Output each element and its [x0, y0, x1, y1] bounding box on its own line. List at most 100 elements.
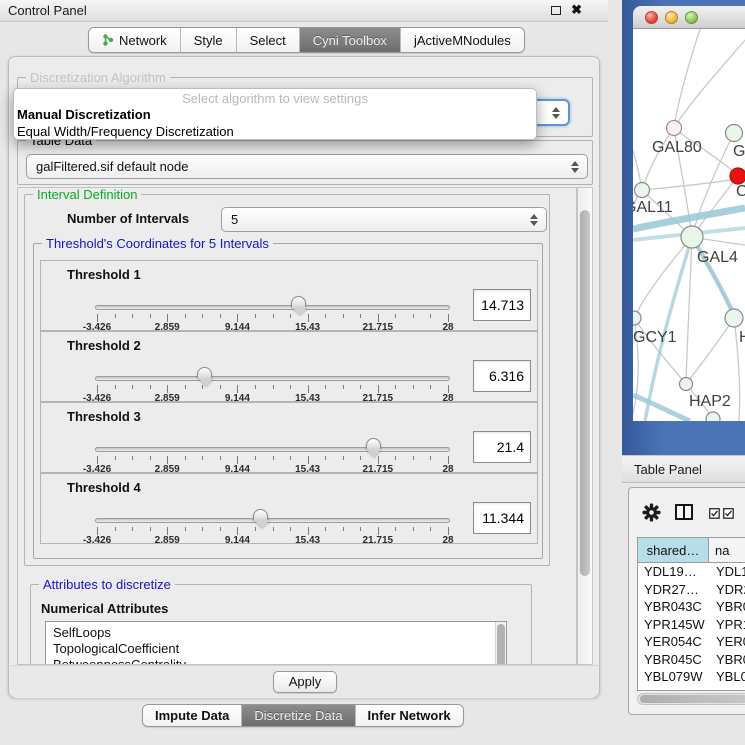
- bottom-tab-infer-network[interactable]: Infer Network: [356, 705, 463, 726]
- slider-thumb[interactable]: [253, 509, 270, 528]
- tab-network[interactable]: Network: [89, 28, 181, 52]
- bottom-tab-impute-data[interactable]: Impute Data: [143, 705, 242, 726]
- network-node-gcy1[interactable]: [633, 311, 641, 325]
- zoom-traffic-light-icon[interactable]: [685, 11, 698, 24]
- slider-tick: [448, 314, 449, 322]
- slider-tick: [273, 385, 274, 389]
- network-node-ha[interactable]: [725, 309, 743, 327]
- slider-tick: [202, 456, 203, 460]
- threshold-value-field[interactable]: 21.4: [473, 431, 531, 463]
- table-row[interactable]: YDL19…YDL1: [638, 563, 745, 581]
- tab-label: Style: [194, 33, 223, 48]
- slider-tick: [343, 385, 344, 389]
- slider-tick: [167, 527, 168, 535]
- menu-item-equal-width-frequency[interactable]: Equal Width/Frequency Discretization: [17, 124, 234, 139]
- network-node-gal[interactable]: [726, 125, 743, 142]
- float-window-icon[interactable]: [551, 6, 561, 15]
- close-traffic-light-icon[interactable]: [645, 11, 658, 24]
- algorithm-placeholder: Select algorithm to view settings: [14, 91, 536, 106]
- attribute-item-betweennesscentrality[interactable]: BetweennessCentrality: [46, 657, 506, 665]
- table-row[interactable]: YER054CYER0: [638, 633, 745, 651]
- network-edge[interactable]: [674, 29, 700, 128]
- network-edge[interactable]: [686, 318, 734, 384]
- network-node-hap2[interactable]: [680, 378, 693, 391]
- table-row[interactable]: YPR145WYPR1: [638, 616, 745, 634]
- network-edge[interactable]: [634, 237, 692, 318]
- tab-style[interactable]: Style: [181, 28, 237, 52]
- table-row[interactable]: YLR345WYLR3: [638, 686, 745, 692]
- apply-button[interactable]: Apply: [273, 671, 337, 693]
- slider-tick: [290, 385, 291, 389]
- network-node-gal80[interactable]: [667, 121, 682, 136]
- attribute-item-topologicalcoefficient[interactable]: TopologicalCoefficient: [46, 641, 506, 657]
- numerical-attributes-list[interactable]: SelfLoopsTopologicalCoefficientBetweenne…: [45, 621, 507, 665]
- network-node-gal4[interactable]: [681, 226, 703, 248]
- table-hscrollbar-thumb[interactable]: [640, 695, 745, 703]
- column-header-name[interactable]: na: [709, 537, 745, 563]
- slider-tick: [150, 527, 151, 531]
- column-layout-icon[interactable]: [675, 504, 694, 521]
- menu-item-manual-discretization[interactable]: Manual Discretization: [17, 107, 151, 122]
- tab-select[interactable]: Select: [237, 28, 300, 52]
- network-window-titlebar[interactable]: [633, 6, 745, 29]
- network-view-canvas[interactable]: GAL80GALCGAL11GAL4GCY1HAHAP2: [633, 29, 745, 421]
- threshold-panel-2: Threshold 2-3.4262.8599.14415.4321.71528…: [40, 331, 538, 402]
- slider-track[interactable]: [95, 447, 450, 452]
- network-edge[interactable]: [642, 128, 674, 190]
- threshold-value-field[interactable]: 6.316: [473, 360, 531, 392]
- network-edge-thick[interactable]: [633, 395, 690, 421]
- network-node-c[interactable]: [730, 168, 745, 184]
- bottom-tab-discretize-data[interactable]: Discretize Data: [242, 705, 355, 726]
- slider-tick: [237, 527, 238, 535]
- table-row[interactable]: YDR27…YDR2: [638, 581, 745, 599]
- slider-tick: [185, 385, 186, 389]
- slider-tick: [132, 314, 133, 318]
- main-vertical-scrollbar[interactable]: [577, 187, 593, 665]
- slider-tick: [360, 385, 361, 389]
- tab-cyni-toolbox[interactable]: Cyni Toolbox: [300, 28, 401, 52]
- slider-tick: [237, 314, 238, 322]
- select-all-checkbox-icon[interactable]: [709, 508, 735, 519]
- network-node-label: HAP2: [689, 393, 731, 410]
- slider-tick: [167, 314, 168, 322]
- slider-track[interactable]: [95, 376, 450, 381]
- tab-bar: Network Style SelectCyni ToolboxjActiveMNo…: [88, 27, 525, 53]
- slider-tick: [167, 385, 168, 393]
- slider-thumb[interactable]: [291, 296, 308, 315]
- network-edge[interactable]: [642, 178, 745, 190]
- slider-tick: [290, 456, 291, 460]
- main-scrollbar-thumb[interactable]: [580, 210, 590, 576]
- attribute-item-selfloops[interactable]: SelfLoops: [46, 625, 506, 641]
- slider-track[interactable]: [95, 518, 450, 523]
- slider-tick: [413, 456, 414, 460]
- table-row[interactable]: YBR043CYBR0: [638, 598, 745, 616]
- table-row[interactable]: YBL079WYBL0: [638, 668, 745, 686]
- threshold-value-field[interactable]: 14.713: [473, 289, 531, 321]
- table-row[interactable]: YBR045CYBR0: [638, 651, 745, 669]
- slider-thumb[interactable]: [197, 367, 214, 386]
- tab-jactivemnodules[interactable]: jActiveMNodules: [401, 28, 524, 52]
- network-node[interactable]: [706, 412, 720, 421]
- slider-track[interactable]: [95, 305, 450, 310]
- threshold-value-field[interactable]: 11.344: [473, 502, 531, 534]
- minimize-traffic-light-icon[interactable]: [665, 11, 678, 24]
- table-data-combobox[interactable]: galFiltered.sif default node: [26, 154, 588, 179]
- table-horizontal-scrollbar[interactable]: [637, 693, 745, 705]
- attributes-scrollbar-thumb[interactable]: [497, 624, 505, 665]
- cell-name: YBR0: [710, 652, 745, 667]
- network-node-gal11[interactable]: [635, 183, 650, 198]
- network-edge[interactable]: [674, 40, 745, 128]
- slider-tick: [378, 385, 379, 393]
- slider-tick: [220, 527, 221, 531]
- right-region: GAL80GALCGAL11GAL4GCY1HAHAP2 Table Panel: [622, 0, 745, 745]
- slider-tick: [413, 527, 414, 531]
- number-of-intervals-combobox[interactable]: 5: [221, 207, 547, 232]
- slider-thumb[interactable]: [366, 438, 383, 457]
- cell-name: YBL0: [710, 669, 745, 684]
- slider-tick: [395, 456, 396, 460]
- column-header-shared-name[interactable]: shared…: [637, 537, 709, 563]
- gear-icon[interactable]: [642, 503, 661, 522]
- attributes-list-scrollbar[interactable]: [495, 622, 506, 665]
- close-icon[interactable]: ✖: [571, 2, 582, 18]
- tab-label: Network: [119, 33, 167, 48]
